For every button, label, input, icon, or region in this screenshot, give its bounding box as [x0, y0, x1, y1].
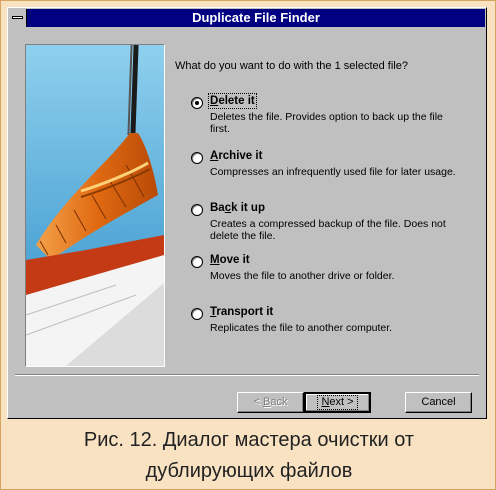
option-move-description: Moves the file to another drive or folde… — [210, 270, 395, 282]
option-archive-description: Compresses an infrequently used file for… — [210, 166, 456, 178]
option-delete-label[interactable]: Delete it — [208, 93, 257, 109]
title-bar[interactable]: Duplicate File Finder — [9, 9, 485, 27]
cancel-button[interactable]: Cancel — [405, 392, 472, 413]
option-transport-label[interactable]: Transport it — [210, 306, 273, 318]
option-backup-description: Creates a compressed backup of the file.… — [210, 218, 446, 242]
system-menu-icon[interactable] — [9, 9, 27, 27]
radio-archive[interactable] — [191, 152, 203, 164]
broom-illustration — [25, 44, 165, 367]
back-button[interactable]: < Back — [237, 392, 304, 413]
radio-backup[interactable] — [191, 204, 203, 216]
option-backup-label[interactable]: Back it up — [210, 202, 265, 214]
caption-line-2: дублирующих файлов — [145, 460, 353, 482]
radio-move[interactable] — [191, 256, 203, 268]
option-delete-description: Deletes the file. Provides option to bac… — [210, 111, 443, 135]
next-button[interactable]: Next > — [304, 392, 371, 413]
wizard-question: What do you want to do with the 1 select… — [175, 60, 408, 72]
button-separator — [15, 374, 479, 376]
figure-caption: Рис. 12. Диалог мастера очистки от дубли… — [1, 425, 496, 487]
wizard-dialog-window: Duplicate File Finder What do you want t… — [7, 7, 487, 419]
radio-delete[interactable] — [191, 97, 203, 109]
option-move-label[interactable]: Move it — [210, 254, 250, 266]
article-figure-frame: Duplicate File Finder What do you want t… — [0, 0, 496, 490]
window-title: Duplicate File Finder — [192, 10, 320, 25]
caption-line-1: Рис. 12. Диалог мастера очистки от — [83, 429, 415, 451]
option-transport-description: Replicates the file to another computer. — [210, 322, 393, 334]
option-archive-label[interactable]: Archive it — [210, 150, 262, 162]
radio-transport[interactable] — [191, 308, 203, 320]
broom-sweeping-icon — [26, 45, 164, 366]
